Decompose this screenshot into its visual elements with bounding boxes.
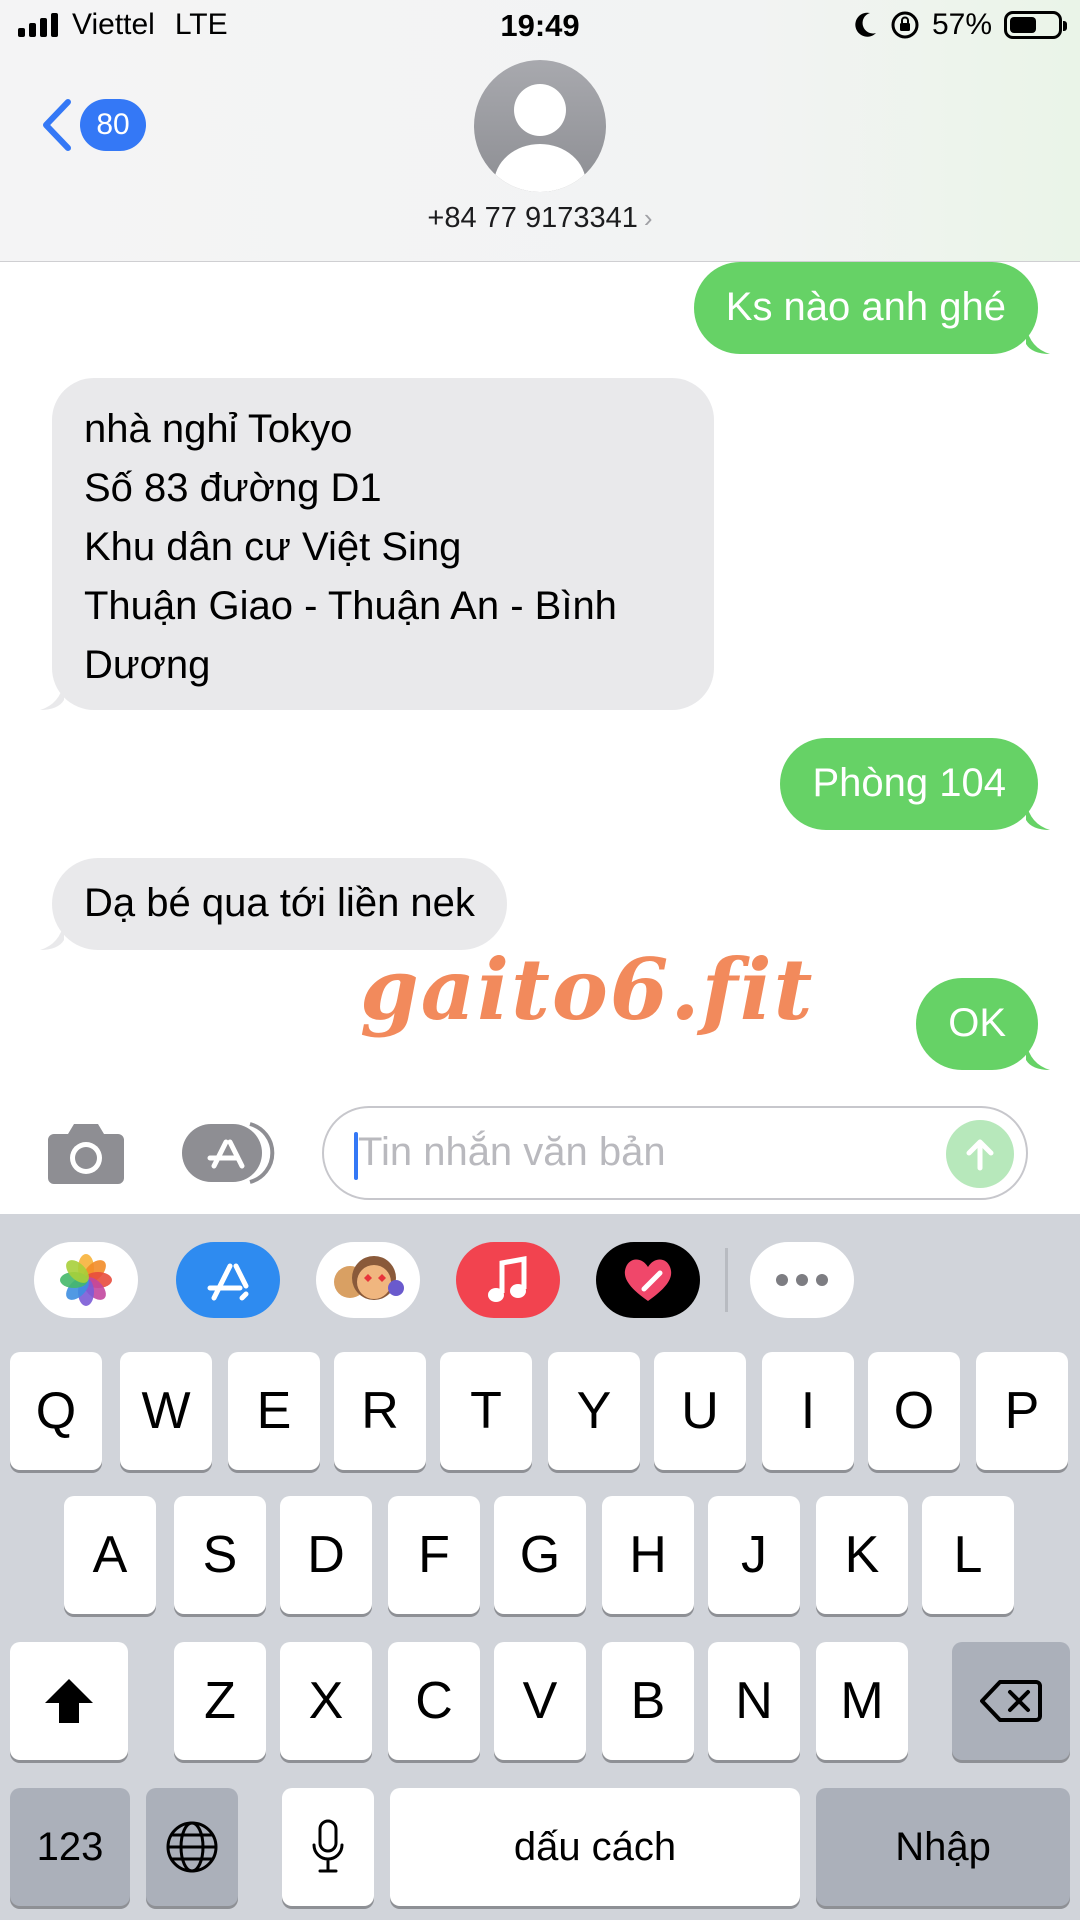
app-store-icon[interactable] bbox=[176, 1242, 280, 1318]
key-w[interactable]: W bbox=[120, 1352, 212, 1470]
message-bubble-sent[interactable]: OK bbox=[916, 978, 1050, 1070]
space-key[interactable]: dấu cách bbox=[390, 1788, 800, 1906]
globe-icon bbox=[166, 1821, 218, 1873]
watermark-text: gaito6.fit bbox=[360, 940, 815, 1039]
message-text: Dạ bé qua tới liền nek bbox=[84, 881, 475, 925]
camera-icon bbox=[48, 1124, 124, 1184]
memoji-icon[interactable] bbox=[316, 1242, 420, 1318]
key-x[interactable]: X bbox=[280, 1642, 372, 1760]
keyboard-area: Q W E R T Y U I O P A S D F G H J K L Z … bbox=[0, 1214, 1080, 1920]
delete-icon bbox=[980, 1680, 1042, 1722]
bubble-tail bbox=[1026, 1042, 1050, 1070]
message-line: Khu dân cư Việt Sing bbox=[84, 525, 462, 569]
more-icon[interactable] bbox=[750, 1242, 854, 1318]
contact-avatar[interactable] bbox=[474, 60, 606, 192]
chevron-left-icon bbox=[43, 99, 71, 151]
key-z[interactable]: Z bbox=[174, 1642, 266, 1760]
globe-key[interactable] bbox=[146, 1788, 238, 1906]
key-i[interactable]: I bbox=[762, 1352, 854, 1470]
key-q[interactable]: Q bbox=[10, 1352, 102, 1470]
message-bubble-received[interactable]: nhà nghỉ Tokyo Số 83 đường D1 Khu dân cư… bbox=[40, 378, 714, 710]
shift-key[interactable] bbox=[10, 1642, 128, 1760]
shift-icon bbox=[45, 1679, 93, 1723]
key-r[interactable]: R bbox=[334, 1352, 426, 1470]
arrow-up-icon bbox=[966, 1139, 994, 1171]
key-g[interactable]: G bbox=[494, 1496, 586, 1614]
backspace-key[interactable] bbox=[952, 1642, 1070, 1760]
bubble-tail bbox=[1026, 326, 1050, 354]
status-bar: Viettel LTE 19:49 57% bbox=[0, 0, 1080, 56]
message-text: OK bbox=[948, 1001, 1006, 1045]
key-n[interactable]: N bbox=[708, 1642, 800, 1760]
return-key[interactable]: Nhập bbox=[816, 1788, 1070, 1906]
moon-icon bbox=[855, 12, 876, 37]
message-text: Ks nào anh ghé bbox=[725, 285, 1006, 329]
bubble-tail bbox=[40, 682, 64, 710]
message-line: Số 83 đường D1 bbox=[84, 466, 382, 510]
message-bubble-sent[interactable]: Ks nào anh ghé bbox=[693, 262, 1050, 354]
key-y[interactable]: Y bbox=[548, 1352, 640, 1470]
message-text: Phòng 104 bbox=[812, 761, 1006, 805]
bubble-tail bbox=[1026, 802, 1050, 830]
key-e[interactable]: E bbox=[228, 1352, 320, 1470]
message-bubble-received[interactable]: Dạ bé qua tới liền nek bbox=[40, 858, 507, 950]
numbers-key[interactable]: 123 bbox=[10, 1788, 130, 1906]
contact-name[interactable]: +84 77 9173341 › bbox=[0, 202, 1080, 235]
unread-count-badge: 80 bbox=[80, 99, 146, 151]
battery-icon bbox=[1004, 11, 1067, 39]
digital-touch-icon[interactable] bbox=[596, 1242, 700, 1318]
key-l[interactable]: L bbox=[922, 1496, 1014, 1614]
back-button[interactable]: 80 bbox=[40, 98, 146, 152]
key-j[interactable]: J bbox=[708, 1496, 800, 1614]
app-store-icon bbox=[182, 1122, 275, 1184]
composer-bar: Tin nhắn văn bản bbox=[0, 1090, 1080, 1214]
contact-number: +84 77 9173341 bbox=[427, 202, 638, 234]
message-input[interactable]: Tin nhắn văn bản bbox=[322, 1106, 1028, 1200]
battery-percent: 57% bbox=[931, 8, 992, 41]
key-o[interactable]: O bbox=[868, 1352, 960, 1470]
key-b[interactable]: B bbox=[602, 1642, 694, 1760]
message-bubble-sent[interactable]: Phòng 104 bbox=[780, 738, 1050, 830]
strip-divider bbox=[725, 1248, 728, 1312]
key-u[interactable]: U bbox=[654, 1352, 746, 1470]
message-line: Thuận Giao - Thuận An - Bình bbox=[84, 584, 617, 628]
key-t[interactable]: T bbox=[440, 1352, 532, 1470]
message-input-placeholder: Tin nhắn văn bản bbox=[358, 1130, 666, 1174]
key-a[interactable]: A bbox=[64, 1496, 156, 1614]
key-c[interactable]: C bbox=[388, 1642, 480, 1760]
dictation-key[interactable] bbox=[282, 1788, 374, 1906]
microphone-icon bbox=[312, 1819, 344, 1873]
key-d[interactable]: D bbox=[280, 1496, 372, 1614]
key-p[interactable]: P bbox=[976, 1352, 1068, 1470]
key-m[interactable]: M bbox=[816, 1642, 908, 1760]
person-icon bbox=[494, 84, 586, 192]
message-line: nhà nghỉ Tokyo bbox=[84, 407, 353, 451]
chevron-right-icon: › bbox=[643, 203, 653, 233]
apps-button[interactable] bbox=[180, 1120, 280, 1186]
music-icon[interactable] bbox=[456, 1242, 560, 1318]
bubble-tail bbox=[40, 922, 64, 950]
key-f[interactable]: F bbox=[388, 1496, 480, 1614]
message-line: Dương bbox=[84, 643, 211, 687]
camera-button[interactable] bbox=[46, 1120, 126, 1186]
imessage-app-strip bbox=[0, 1214, 1080, 1348]
send-button[interactable] bbox=[946, 1120, 1014, 1188]
key-k[interactable]: K bbox=[816, 1496, 908, 1614]
key-s[interactable]: S bbox=[174, 1496, 266, 1614]
key-v[interactable]: V bbox=[494, 1642, 586, 1760]
key-h[interactable]: H bbox=[602, 1496, 694, 1614]
photos-icon[interactable] bbox=[34, 1242, 138, 1318]
rotation-lock-icon bbox=[891, 11, 919, 39]
